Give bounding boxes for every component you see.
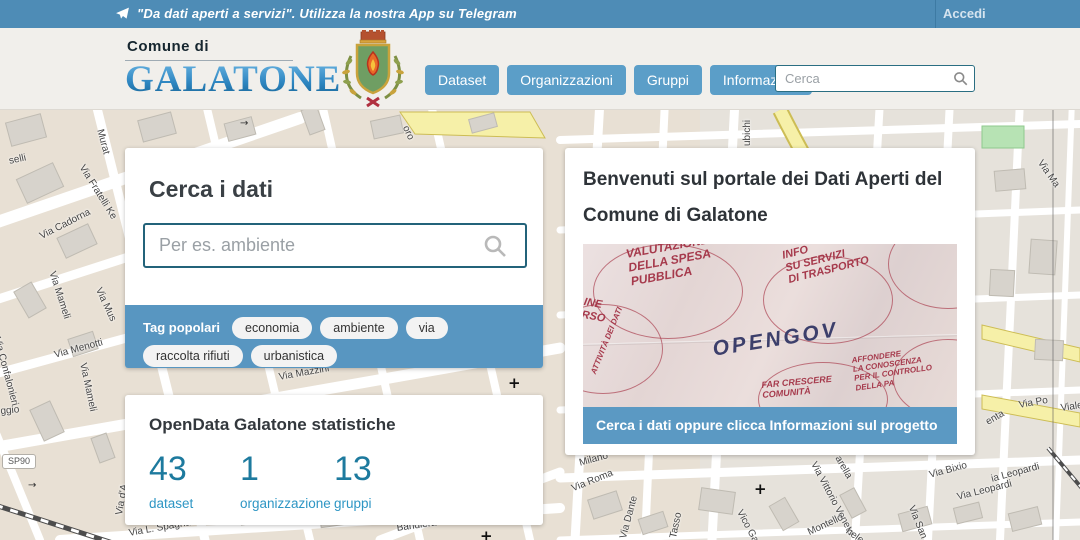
photo-caption-bar: Cerca i dati oppure clicca Informazioni … bbox=[583, 407, 957, 444]
map-street-label: Via Ma bbox=[1034, 158, 1062, 190]
map-street-label: Via Roma bbox=[570, 467, 615, 495]
main-nav: Dataset Organizzazioni Gruppi Informazio… bbox=[425, 65, 813, 95]
scribble-bubble bbox=[888, 244, 957, 309]
map-street-label: Via Mameli bbox=[46, 270, 73, 321]
map-street-label: Via Menotti bbox=[53, 337, 104, 361]
nav-button-dataset[interactable]: Dataset bbox=[425, 65, 500, 95]
search-card-title: Cerca i dati bbox=[149, 176, 273, 202]
search-icon[interactable] bbox=[953, 71, 968, 86]
map-street-label: Via Bixio bbox=[928, 459, 969, 481]
stat-datasets-label: dataset bbox=[149, 496, 194, 512]
map-street-label: Via Mus bbox=[93, 286, 119, 324]
coat-of-arms-icon bbox=[342, 30, 404, 108]
map-street-label: enta bbox=[984, 408, 1007, 428]
dataset-search-input[interactable] bbox=[143, 223, 527, 268]
photo-scribble-text: INE RSO bbox=[583, 296, 607, 325]
map-area: + + + → ↑ → MuratselliVia Fratelli KeVia… bbox=[0, 110, 1080, 540]
tags-label: Tag popolari bbox=[143, 320, 221, 335]
map-street-label: Via Leopardi bbox=[956, 478, 1013, 503]
tag-pill-ambiente[interactable]: ambiente bbox=[320, 317, 398, 339]
stats-title: OpenData Galatone statistiche bbox=[149, 415, 396, 434]
popular-tags-band: Tag popolari economia ambiente via raccolta … bbox=[125, 305, 543, 368]
logo-line1: Comune di bbox=[125, 38, 293, 61]
map-street-label: ubichi bbox=[742, 119, 753, 146]
map-street-label: arella bbox=[832, 454, 855, 481]
tag-pill-raccolta-rifiuti[interactable]: raccolta rifiuti bbox=[143, 345, 243, 367]
search-card: Cerca i dati Tag popolari economia ambient… bbox=[125, 148, 543, 368]
nav-button-gruppi[interactable]: Gruppi bbox=[633, 65, 702, 95]
map-street-label: ggio bbox=[0, 404, 20, 417]
map-street-label: Via Confalonieri bbox=[0, 336, 21, 407]
stat-groups: 13 gruppi bbox=[334, 450, 372, 512]
stat-datasets: 43 dataset bbox=[149, 450, 240, 512]
map-street-label: Via Po bbox=[1018, 394, 1049, 411]
map-street-label: selli bbox=[8, 152, 28, 167]
photo-caption-text: Cerca i dati oppure clicca Informazioni … bbox=[596, 417, 938, 433]
welcome-title: Benvenuti sul portale dei Dati Aperti de… bbox=[583, 169, 943, 226]
search-icon[interactable] bbox=[483, 234, 507, 258]
road-badge-sp90: SP90 bbox=[2, 454, 36, 469]
header: Comune di GALATONE Dataset Organizzazion… bbox=[0, 28, 1080, 110]
page: + + + → ↑ → MuratselliVia Fratelli KeVia… bbox=[0, 0, 1080, 540]
map-street-label: oro bbox=[400, 124, 417, 142]
header-search-input[interactable] bbox=[775, 65, 975, 92]
map-street-label: Vico Gar bbox=[734, 508, 763, 540]
login-link[interactable]: Accedi bbox=[943, 6, 986, 21]
logo-line2: GALATONE bbox=[125, 59, 342, 100]
tag-pill-economia[interactable]: economia bbox=[232, 317, 313, 339]
header-search bbox=[775, 65, 975, 92]
topbar-divider bbox=[935, 0, 936, 28]
site-logo[interactable]: Comune di GALATONE bbox=[125, 38, 341, 100]
stat-organizations-value: 1 bbox=[240, 450, 259, 488]
nav-button-organizzazioni[interactable]: Organizzazioni bbox=[507, 65, 626, 95]
map-street-label: Tasso bbox=[668, 511, 685, 540]
welcome-card: Benvenuti sul portale dei Dati Aperti de… bbox=[565, 148, 975, 455]
tag-pill-via[interactable]: via bbox=[405, 317, 448, 339]
telegram-icon bbox=[116, 7, 129, 19]
topbar-message: "Da dati aperti a servizi". Utilizza la … bbox=[137, 6, 517, 21]
map-street-label: Via Cadorna bbox=[38, 206, 93, 242]
map-street-label: Viale bbox=[1060, 399, 1080, 414]
map-street-label: Via Mameli bbox=[77, 362, 99, 413]
welcome-figure: VALUTAZIONE DELLA SPESA PUBBLICA INFO SU … bbox=[583, 244, 957, 444]
stat-groups-value: 13 bbox=[334, 450, 372, 488]
stat-organizations-label: organizzazione bbox=[240, 496, 331, 512]
stats-row: 43 dataset 1 organizzazione 13 gruppi bbox=[149, 450, 519, 512]
map-street-label: Montello bbox=[806, 512, 845, 538]
stats-card: OpenData Galatone statistiche 43 dataset… bbox=[125, 395, 543, 525]
map-street-label: Via Dante bbox=[618, 494, 640, 540]
stat-organizations: 1 organizzazione bbox=[240, 450, 334, 512]
map-street-label: Via San bbox=[905, 504, 930, 540]
topbar: "Da dati aperti a servizi". Utilizza la … bbox=[0, 0, 1080, 28]
stat-groups-label: gruppi bbox=[334, 496, 372, 512]
stat-datasets-value: 43 bbox=[149, 450, 187, 488]
welcome-photo: VALUTAZIONE DELLA SPESA PUBBLICA INFO SU … bbox=[583, 244, 957, 407]
map-street-label: Murat bbox=[94, 128, 112, 156]
tag-pill-urbanistica[interactable]: urbanistica bbox=[250, 345, 338, 367]
